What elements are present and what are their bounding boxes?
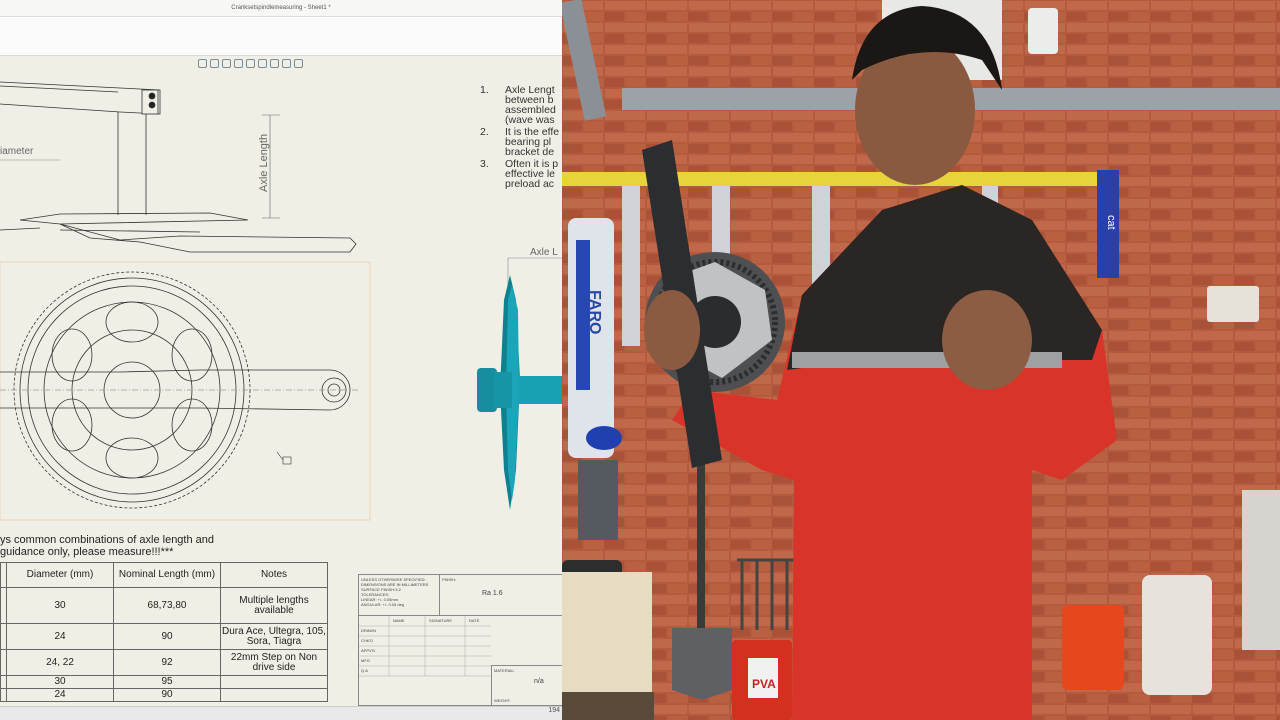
note-line: preload ac xyxy=(505,178,555,190)
crank-top-view xyxy=(0,81,357,253)
table-cell: 24, 22 xyxy=(6,649,114,676)
grid-lines xyxy=(359,616,491,677)
status-bar: 194 xyxy=(0,706,562,720)
drawing-sheet[interactable] xyxy=(0,70,562,530)
faro-logo: FARO xyxy=(586,290,603,334)
finish-label: FINISH: xyxy=(442,577,457,582)
table-header: Notes xyxy=(220,562,328,588)
jerry-can: PVA xyxy=(732,640,792,720)
crank-side-view-3d xyxy=(477,257,562,510)
table-cell: 68,73,80 xyxy=(113,587,221,624)
axle-spec-table: Diameter (mm) Nominal Length (mm) Notes … xyxy=(0,562,328,702)
tolerance-block: UNLESS OTHERWISE SPECIFIED: DIMENSIONS A… xyxy=(361,577,437,607)
table-caption: ys common combinations of axle length an… xyxy=(0,534,214,558)
drawing-notes: 1. Axle Lengt between b assembled (wave … xyxy=(480,85,562,191)
table-row: 24, 22 92 22mm Step on Non drive side xyxy=(0,649,328,676)
table-cell: 24 xyxy=(6,623,114,650)
bag xyxy=(1142,575,1212,695)
workbench xyxy=(562,572,652,692)
ribbon xyxy=(0,17,562,56)
table-row: 24 90 xyxy=(0,688,328,702)
zoom-fit-icon[interactable] xyxy=(198,58,207,68)
table-cell xyxy=(220,675,328,689)
table-cell xyxy=(220,688,328,702)
material-value: n/a xyxy=(534,678,544,685)
pan-icon[interactable] xyxy=(234,58,243,68)
video-frame: cat FARO PVA xyxy=(562,0,1280,720)
table-cell: Dura Ace, Ultegra, 105, Sora, Tiagra xyxy=(220,623,328,650)
table-row: 24 90 Dura Ace, Ultegra, 105, Sora, Tiag… xyxy=(0,623,328,650)
table-cell: Multiple lengths available xyxy=(220,587,328,624)
finish-value: Ra 1.6 xyxy=(482,590,503,597)
note-line: (wave was xyxy=(505,114,555,126)
table-row: 30 95 xyxy=(0,675,328,689)
zoom-in-icon[interactable] xyxy=(222,58,231,68)
wall-switch xyxy=(1028,8,1058,54)
axle-length-label: Axle Length xyxy=(258,133,270,192)
diameter-label: iameter xyxy=(0,146,34,157)
status-text: 194 xyxy=(548,707,560,714)
orange-can xyxy=(1062,605,1124,690)
cad-window: Cranksetspindlemeasuring - Sheet1 * iame… xyxy=(0,0,562,720)
thermostat xyxy=(1207,286,1259,322)
table-cell: 24 xyxy=(6,688,114,702)
material-cell: MATERIAL: n/a WEIGHT: xyxy=(491,665,562,706)
sack xyxy=(1242,490,1280,650)
note-number: 3. xyxy=(480,158,489,170)
view-orientation-icon[interactable] xyxy=(258,58,267,68)
material-label: MATERIAL: xyxy=(494,668,515,673)
workshop-scene: cat FARO PVA xyxy=(562,0,1280,720)
table-header: Nominal Length (mm) xyxy=(113,562,221,588)
display-style-icon[interactable] xyxy=(270,58,279,68)
table-cell: 22mm Step on Non drive side xyxy=(220,649,328,676)
view-toolbar xyxy=(198,57,303,69)
note-number: 1. xyxy=(480,84,489,96)
caption-line: guidance only, please measure!!!*** xyxy=(0,546,174,558)
cat-logo: cat xyxy=(1105,215,1117,230)
note-number: 2. xyxy=(480,126,489,138)
table-cell: 92 xyxy=(113,649,221,676)
table-cell: 30 xyxy=(6,675,114,689)
table-cell: 90 xyxy=(113,688,221,702)
rotate-icon[interactable] xyxy=(246,58,255,68)
appearance-icon[interactable] xyxy=(294,58,303,68)
hide-show-icon[interactable] xyxy=(282,58,291,68)
zoom-area-icon[interactable] xyxy=(210,58,219,68)
spec-line: ANGULAR: +/- 0.05 deg xyxy=(361,602,405,607)
pva-label: PVA xyxy=(752,677,776,691)
note-line: bracket de xyxy=(505,146,555,158)
spade-blade xyxy=(672,628,732,700)
approval-grid: NAME SIGNATURE DATE DRAWN CHK'D APPV'D M… xyxy=(359,615,491,706)
table-row: 30 68,73,80 Multiple lengths available xyxy=(0,587,328,624)
window-title: Cranksetspindlemeasuring - Sheet1 * xyxy=(0,0,562,17)
table-cell: 30 xyxy=(6,587,114,624)
caption-line: ys common combinations of axle length an… xyxy=(0,534,215,546)
weight-label: WEIGHT: xyxy=(494,698,511,703)
table-header-row: Diameter (mm) Nominal Length (mm) Notes xyxy=(0,562,328,588)
title-block: UNLESS OTHERWISE SPECIFIED: DIMENSIONS A… xyxy=(358,574,562,706)
table-cell: 90 xyxy=(113,623,221,650)
chainring-front-view xyxy=(0,271,360,509)
table-cell: 95 xyxy=(113,675,221,689)
axle-length-side-label: Axle L xyxy=(530,247,558,258)
table-header: Diameter (mm) xyxy=(6,562,114,588)
finish-cell: FINISH: Ra 1.6 xyxy=(439,575,562,616)
